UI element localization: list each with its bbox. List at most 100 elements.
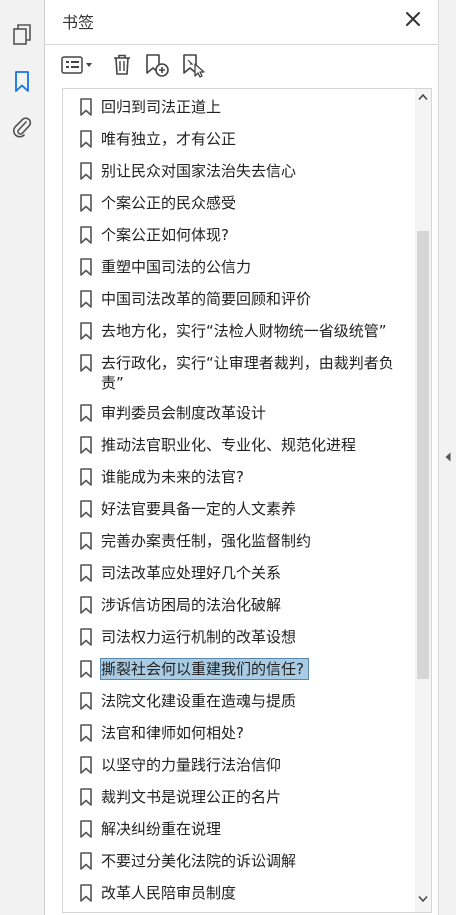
bookmarks-panel: 书签 回归到司法正道上 唯有独立，才有公正 别让民众对国家法治失去信心 个案公正… [45, 0, 438, 915]
bookmark-icon [80, 532, 92, 550]
bookmark-from-selection-button[interactable] [179, 51, 207, 79]
bookmark-icon [80, 788, 92, 806]
bookmark-item[interactable]: 完善办案责任制，强化监督制约 [63, 527, 413, 555]
bookmark-icon [80, 290, 92, 308]
vertical-scrollbar[interactable] [415, 89, 431, 912]
bookmark-icon [80, 820, 92, 838]
trash-icon [114, 54, 130, 75]
close-icon [406, 12, 420, 26]
panel-title: 书签 [62, 13, 95, 32]
bookmark-item[interactable]: 法院文化建设重在造魂与提质 [63, 687, 413, 715]
bookmark-label: 改革人民陪审员制度 [101, 884, 237, 902]
bookmark-item[interactable]: 解决纠纷重在说理 [63, 815, 413, 843]
panel-header: 书签 [45, 0, 438, 44]
close-panel-button[interactable] [404, 10, 422, 28]
bookmark-item[interactable]: 个案公正的民众感受 [63, 189, 413, 217]
bookmark-cursor-icon [183, 54, 205, 78]
bookmark-icon [80, 628, 92, 646]
bookmark-item[interactable]: 别让民众对国家法治失去信心 [63, 157, 413, 185]
bookmark-label: 法官和律师如何相处? [101, 724, 244, 742]
bookmark-item-selected[interactable]: 撕裂社会何以重建我们的信任? [63, 655, 413, 683]
list-options-icon [61, 56, 92, 74]
bookmark-label: 司法改革应处理好几个关系 [101, 564, 282, 582]
bookmark-label: 涉诉信访困局的法治化破解 [101, 596, 282, 614]
bookmark-item[interactable]: 唯有独立，才有公正 [63, 125, 413, 153]
bookmark-item[interactable]: 好法官要具备一定的人文素养 [63, 495, 413, 523]
bookmark-item[interactable]: 司法改革应处理好几个关系 [63, 559, 413, 587]
bookmark-icon [80, 258, 92, 276]
delete-bookmark-button[interactable] [109, 51, 135, 79]
bookmark-label: 裁判文书是说理公正的名片 [101, 788, 282, 806]
bookmark-label: 个案公正的民众感受 [101, 194, 237, 212]
panel-collapse-handle[interactable] [438, 0, 456, 915]
bookmark-icon [80, 130, 92, 148]
copy-pages-icon [13, 24, 31, 45]
bookmark-label: 法院文化建设重在造魂与提质 [101, 692, 297, 710]
bookmark-icon [80, 322, 92, 340]
bookmark-label: 撕裂社会何以重建我们的信任? [100, 658, 309, 680]
bookmark-label: 以坚守的力量践行法治信仰 [101, 756, 282, 774]
bookmark-item[interactable]: 推动法官职业化、专业化、规范化进程 [63, 431, 413, 459]
scroll-down-arrow-icon[interactable] [418, 895, 428, 903]
bookmark-label: 去地方化，实行“法检人财物统一省级统管” [101, 322, 387, 340]
bookmark-item[interactable]: 重塑中国司法的公信力 [63, 253, 413, 281]
bookmark-item[interactable]: 法官和律师如何相处? [63, 719, 413, 747]
bookmark-label: 推动法官职业化、专业化、规范化进程 [101, 436, 357, 454]
bookmark-icon [80, 756, 92, 774]
bookmark-label: 不要过分美化法院的诉讼调解 [101, 852, 297, 870]
pages-thumbnails-button[interactable] [9, 22, 35, 48]
bookmark-item[interactable]: 改革人民陪审员制度 [63, 879, 413, 907]
bookmarks-panel-button[interactable] [9, 69, 35, 95]
bookmark-item[interactable]: 中国司法改革的简要回顾和评价 [63, 285, 413, 313]
bookmark-item[interactable]: 去行政化，实行“让审理者裁判，由裁判者负责” [63, 349, 413, 395]
bookmark-item[interactable]: 谁能成为未来的法官? [63, 463, 413, 491]
bookmark-icon [80, 98, 92, 116]
bookmark-item[interactable]: 回归到司法正道上 [63, 93, 413, 121]
bookmark-label: 唯有独立，才有公正 [101, 130, 237, 148]
bookmark-icon [80, 596, 92, 614]
attachments-button[interactable] [9, 114, 35, 140]
bookmark-label: 去行政化，实行“让审理者裁判，由裁判者负责” [101, 354, 394, 392]
bookmark-item[interactable]: 去地方化，实行“法检人财物统一省级统管” [63, 317, 413, 345]
bookmark-icon [80, 404, 92, 422]
bookmark-item[interactable]: 以坚守的力量践行法治信仰 [63, 751, 413, 779]
bookmark-label: 中国司法改革的简要回顾和评价 [101, 290, 312, 308]
add-bookmark-icon [146, 54, 169, 77]
bookmark-item[interactable]: 个案公正如何体现? [63, 221, 413, 249]
bookmark-item[interactable]: 司法权力运行机制的改革设想 [63, 623, 413, 651]
bookmark-icon [80, 226, 92, 244]
bookmark-label: 完善办案责任制，强化监督制约 [101, 532, 312, 550]
bookmark-item[interactable]: 裁判文书是说理公正的名片 [63, 783, 413, 811]
bookmarks-list: 回归到司法正道上 唯有独立，才有公正 别让民众对国家法治失去信心 个案公正的民众… [62, 88, 432, 913]
bookmark-icon [80, 884, 92, 902]
bookmark-label: 司法权力运行机制的改革设想 [101, 628, 297, 646]
bookmark-icon [80, 468, 92, 486]
bookmark-label: 谁能成为未来的法官? [101, 468, 244, 486]
bookmark-label: 个案公正如何体现? [101, 226, 229, 244]
bookmark-label: 回归到司法正道上 [101, 98, 222, 116]
bookmark-item[interactable]: 涉诉信访困局的法治化破解 [63, 591, 413, 619]
bookmark-icon [80, 564, 92, 582]
paperclip-icon [13, 117, 32, 138]
bookmarks-toolbar [45, 44, 438, 85]
bookmark-icon [80, 724, 92, 742]
bookmark-icon [80, 162, 92, 180]
bookmark-icon [80, 354, 92, 372]
bookmark-icon [15, 71, 29, 92]
bookmark-label: 好法官要具备一定的人文素养 [101, 500, 297, 518]
bookmark-icon [80, 436, 92, 454]
new-bookmark-button[interactable] [143, 51, 171, 79]
collapse-triangle-icon [445, 452, 451, 462]
bookmark-item[interactable]: 不要过分美化法院的诉讼调解 [63, 847, 413, 875]
bookmark-label: 重塑中国司法的公信力 [101, 258, 252, 276]
navigation-rail [0, 0, 45, 915]
bookmark-label: 别让民众对国家法治失去信心 [101, 162, 297, 180]
bookmark-label: 解决纠纷重在说理 [101, 820, 222, 838]
bookmark-icon [80, 692, 92, 710]
bookmark-label: 审判委员会制度改革设计 [101, 404, 267, 422]
scroll-up-arrow-icon[interactable] [418, 93, 428, 101]
scrollbar-thumb[interactable] [417, 231, 429, 679]
bookmark-item[interactable]: 审判委员会制度改革设计 [63, 399, 413, 427]
bookmark-icon [80, 500, 92, 518]
options-menu-button[interactable] [59, 51, 97, 79]
